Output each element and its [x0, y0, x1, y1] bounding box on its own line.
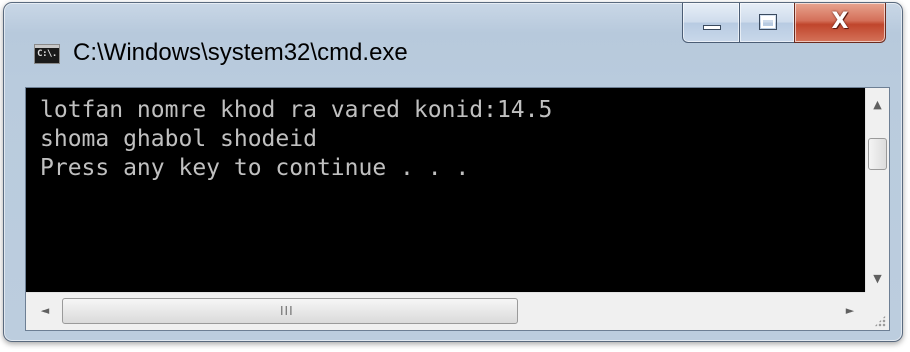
console-line: Press any key to continue . . . [40, 155, 470, 181]
minimize-button[interactable] [682, 3, 740, 43]
close-icon: X [831, 9, 849, 34]
console-client-area: lotfan nomre khod ra vared konid:14.5 sh… [25, 87, 890, 331]
scroll-right-arrow-icon[interactable]: ► [837, 293, 863, 329]
scrollbar-corner [865, 292, 889, 330]
maximize-icon [759, 14, 777, 30]
console-line: shoma ghabol shodeid [40, 126, 317, 152]
window-title: C:\Windows\system32\cmd.exe [73, 39, 408, 66]
horizontal-scroll-thumb[interactable]: III [62, 298, 518, 324]
caption-buttons: X [682, 3, 886, 43]
scroll-left-arrow-icon[interactable]: ◄ [32, 293, 58, 329]
scroll-grip-icon: III [280, 304, 294, 318]
cmd-app-icon[interactable]: C:\. [34, 44, 60, 64]
scroll-down-arrow-icon[interactable]: ▼ [866, 268, 889, 290]
minimize-icon [703, 25, 721, 30]
scroll-up-arrow-icon[interactable]: ▲ [866, 94, 889, 116]
console-output[interactable]: lotfan nomre khod ra vared konid:14.5 sh… [26, 88, 865, 292]
title-bar[interactable]: C:\. C:\Windows\system32\cmd.exe X [4, 3, 902, 87]
close-button[interactable]: X [794, 3, 886, 43]
maximize-button[interactable] [739, 3, 795, 43]
cmd-window: C:\. C:\Windows\system32\cmd.exe X lotfa… [3, 2, 903, 342]
vertical-scroll-thumb[interactable] [868, 138, 887, 170]
horizontal-scrollbar[interactable]: ◄ III ► [26, 292, 865, 330]
vertical-scrollbar[interactable]: ▲ ▼ [865, 88, 889, 292]
console-line: lotfan nomre khod ra vared konid:14.5 [40, 97, 553, 123]
resize-grip-icon[interactable] [874, 315, 886, 327]
